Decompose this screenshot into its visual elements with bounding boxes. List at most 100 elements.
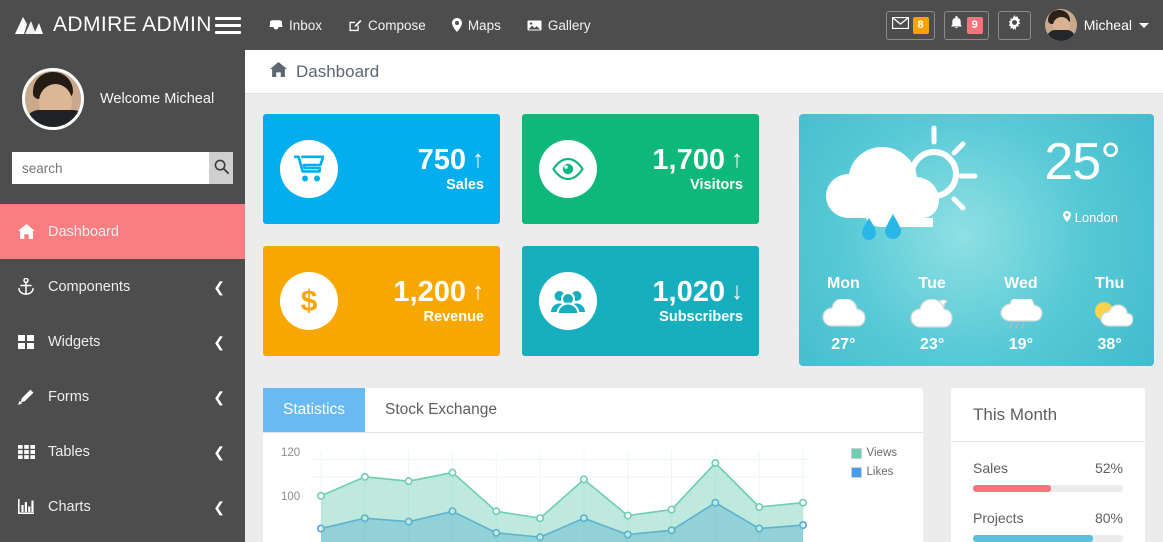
chevron-left-icon: ❮ — [213, 388, 225, 405]
stat-card-revenue[interactable]: $ 1,200 ↑ Revenue — [263, 246, 500, 356]
trend-arrow-icon: ↓ — [731, 278, 743, 306]
forecast-day-temp: 19° — [1008, 336, 1033, 353]
stat-card-subscribers[interactable]: 1,020 ↓ Subscribers — [522, 246, 759, 356]
sidebar-item-widgets[interactable]: Widgets ❮ — [0, 314, 245, 369]
nav-item-compose[interactable]: Compose — [348, 18, 426, 33]
progress-track — [973, 535, 1123, 542]
search-input[interactable] — [12, 152, 209, 184]
sidebar-item-charts[interactable]: Charts ❮ — [0, 479, 245, 534]
sidebar-item-label: Tables — [48, 443, 90, 460]
settings-button[interactable] — [997, 10, 1031, 40]
sidebar-item-label: Widgets — [48, 333, 101, 350]
legend-swatch-icon — [850, 447, 862, 459]
notifications-button[interactable]: 9 — [943, 10, 989, 40]
stat-card-visitors[interactable]: 1,700 ↑ Visitors — [522, 114, 759, 224]
tab-stock-exchange[interactable]: Stock Exchange — [365, 388, 517, 432]
progress-percent: 80% — [1094, 510, 1123, 526]
main-content: Dashboard 750 ↑ Sales 1,700 ↑ Visitors $… — [245, 50, 1163, 542]
nav-item-gallery[interactable]: Gallery — [527, 18, 591, 33]
stat-card-text: 1,020 ↓ Subscribers — [652, 275, 743, 325]
stat-card-text: 750 ↑ Sales — [418, 144, 484, 193]
compose-icon — [348, 19, 362, 32]
forecast-day-name: Thu — [1094, 275, 1125, 292]
this-month-header: This Month — [951, 388, 1145, 442]
gear-icon — [1007, 15, 1022, 35]
panels-row: Statistics Stock Exchange 120 100 Views … — [263, 388, 1145, 542]
envelope-icon — [891, 16, 909, 34]
top-row: 750 ↑ Sales 1,700 ↑ Visitors $ 1,200 ↑ R… — [263, 114, 1154, 366]
forecast-day: Wed 19° — [977, 275, 1066, 354]
forecast-day-name: Wed — [1004, 275, 1038, 292]
grid-icon — [18, 334, 44, 349]
header-actions: 8 9 Micheal — [885, 9, 1163, 41]
stat-card-value: 1,700 — [652, 143, 725, 176]
weather-city: London — [1062, 210, 1118, 225]
user-menu[interactable]: Micheal — [1044, 9, 1149, 41]
top-nav: Inbox Compose Maps Gallery — [269, 18, 591, 33]
svg-text:$: $ — [301, 285, 318, 318]
progress-percent: 52% — [1094, 460, 1123, 476]
stat-card-value: 1,200 — [393, 275, 466, 308]
mountain-logo-icon — [14, 14, 44, 36]
progress-fill — [973, 535, 1093, 542]
breadcrumb: Dashboard — [245, 50, 1163, 94]
sidebar-item-tables[interactable]: Tables ❮ — [0, 424, 245, 479]
stat-card-value-wrap: 750 ↑ — [418, 144, 484, 175]
sidebar-item-forms[interactable]: Forms ❮ — [0, 369, 245, 424]
stat-card-label: Visitors — [690, 177, 743, 194]
sidebar-item-dashboard[interactable]: Dashboard — [0, 204, 245, 259]
chart-canvas — [311, 451, 809, 542]
tab-statistics[interactable]: Statistics — [263, 388, 366, 432]
stat-card-value-wrap: 1,020 ↓ — [652, 275, 743, 308]
stat-card-value-wrap: 1,700 ↑ — [652, 143, 743, 176]
dollar-icon: $ — [280, 272, 338, 330]
map-marker-icon — [1062, 210, 1071, 225]
brand-block[interactable]: ADMIRE ADMIN — [0, 0, 245, 50]
weather-current-temp: 25° — [1044, 133, 1121, 191]
stat-card-text: 1,200 ↑ Revenue — [393, 275, 484, 325]
progress-labels: Sales 52% — [973, 460, 1123, 476]
forecast-day-name: Tue — [918, 275, 946, 292]
home-icon — [18, 224, 44, 239]
sidebar-item-components[interactable]: Components ❮ — [0, 259, 245, 314]
top-header: ADMIRE ADMIN Inbox Compose Maps Gallery … — [0, 0, 1163, 50]
legend-label: Views — [866, 447, 897, 459]
nav-label: Compose — [368, 17, 426, 33]
sidebar: Welcome Micheal Dashboard Compon — [0, 50, 245, 542]
progress-label: Projects — [973, 510, 1024, 526]
hamburger-icon[interactable] — [215, 16, 241, 34]
search-button[interactable] — [209, 152, 233, 184]
forecast-day-temp: 38° — [1097, 336, 1122, 353]
welcome-text: Welcome Micheal — [100, 91, 215, 107]
statistics-chart[interactable]: 120 100 Views Likes — [263, 433, 923, 542]
stat-card-sales[interactable]: 750 ↑ Sales — [263, 114, 500, 224]
content-area: 750 ↑ Sales 1,700 ↑ Visitors $ 1,200 ↑ R… — [245, 94, 1163, 542]
stat-card-value: 1,020 — [652, 275, 725, 308]
user-name: Micheal — [1083, 17, 1132, 33]
breadcrumb-label: Dashboard — [296, 61, 380, 81]
sidebar-item-label: Charts — [48, 498, 91, 515]
forecast-day: Tue 23° — [888, 275, 977, 354]
messages-button[interactable]: 8 — [885, 10, 935, 40]
bar-chart-icon — [18, 499, 44, 514]
nav-label: Inbox — [289, 17, 323, 33]
sidebar-item-label: Components — [48, 278, 131, 295]
sidebar-search — [12, 152, 233, 184]
nav-item-inbox[interactable]: Inbox — [269, 18, 322, 33]
chevron-left-icon: ❮ — [213, 278, 225, 295]
chevron-left-icon: ❮ — [213, 443, 225, 460]
progress-fill — [973, 485, 1051, 492]
notifications-badge: 9 — [966, 16, 983, 34]
this-month-panel: This Month Sales 52% Projects 80% — [951, 388, 1145, 542]
nav-label: Maps — [467, 17, 501, 33]
sidebar-profile: Welcome Micheal — [0, 50, 245, 144]
this-month-list: Sales 52% Projects 80% — [951, 442, 1145, 542]
progress-label: Sales — [973, 460, 1009, 476]
stat-card-value-wrap: 1,200 ↑ — [393, 275, 484, 308]
eye-icon — [539, 140, 597, 198]
trend-arrow-icon: ↑ — [472, 146, 484, 174]
search-icon — [214, 159, 229, 177]
nav-item-maps[interactable]: Maps — [451, 17, 501, 33]
legend-label: Likes — [866, 466, 894, 478]
forecast-day: Mon 27° — [799, 275, 888, 354]
